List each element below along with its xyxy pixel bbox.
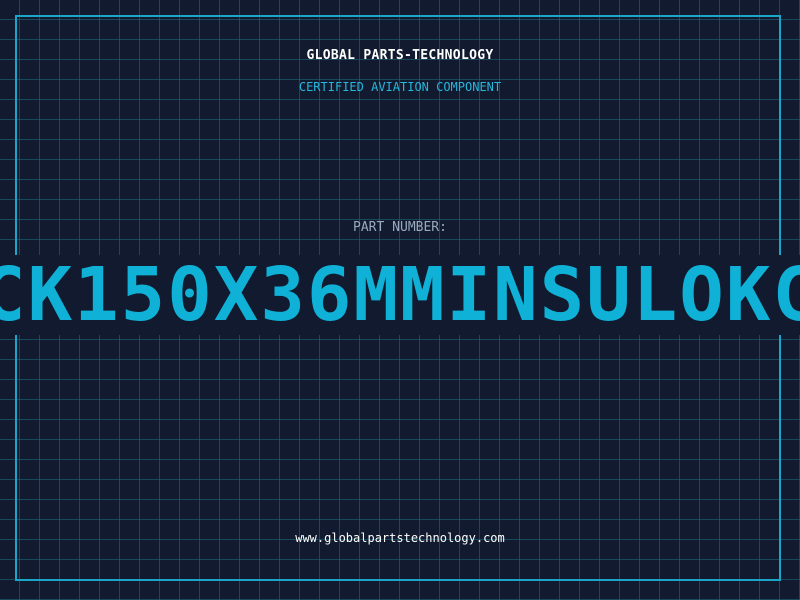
company-name: GLOBAL PARTS-TECHNOLOGY <box>306 48 494 63</box>
website-url: www.globalpartstechnology.com <box>295 531 505 545</box>
part-number-value: CK150X36MMINSULOKC <box>0 252 800 338</box>
certificate-page: GLOBAL PARTS-TECHNOLOGY CERTIFIED AVIATI… <box>0 0 800 600</box>
certification-subtitle: CERTIFIED AVIATION COMPONENT <box>298 80 502 94</box>
part-number-label: PART NUMBER: <box>353 220 447 235</box>
